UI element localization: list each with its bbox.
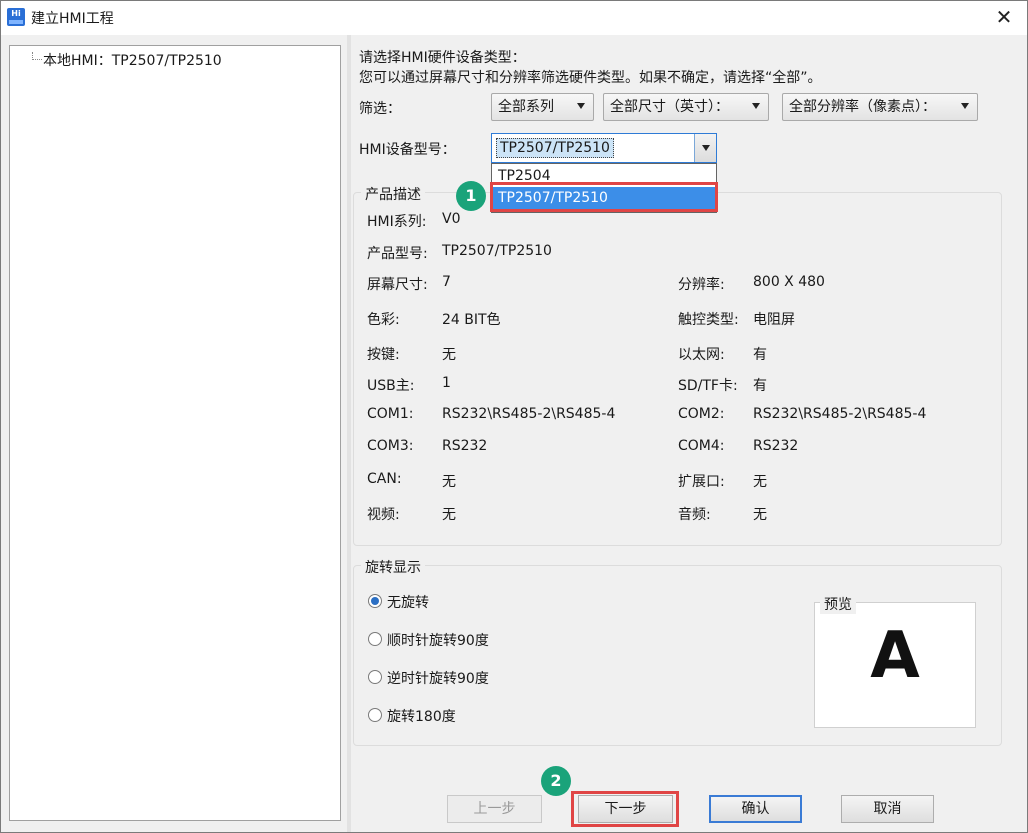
product-value: 有 [753, 347, 767, 363]
series-filter-select[interactable]: 全部系列 [491, 93, 594, 121]
product-key: COM3: [367, 438, 414, 454]
rotation-preview: A [814, 602, 976, 728]
instruction-line-2: 您可以通过屏幕尺寸和分辨率筛选硬件类型。如果不确定，请选择“全部”。 [359, 70, 822, 86]
product-key: USB主: [367, 378, 415, 394]
cancel-button[interactable]: 取消 [841, 795, 934, 823]
product-key: 按键: [367, 347, 400, 363]
tree-connector [32, 52, 42, 60]
product-value: RS232 [442, 438, 488, 454]
radio-no-rotation[interactable] [368, 594, 382, 608]
instruction-line-1: 请选择HMI硬件设备类型： [359, 50, 526, 66]
resolution-filter-select[interactable]: 全部分辨率（像素点）： [782, 93, 978, 121]
close-icon: ✕ [995, 5, 1013, 29]
series-filter-value: 全部系列 [498, 99, 554, 115]
product-key: 音频: [678, 507, 711, 523]
product-value: V0 [442, 211, 461, 227]
product-value: 有 [753, 378, 767, 394]
product-key: 产品型号: [367, 246, 428, 262]
product-value: 7 [442, 274, 451, 290]
close-button[interactable]: ✕ [989, 3, 1019, 31]
product-value: RS232 [753, 438, 799, 454]
model-select[interactable]: TP2507/TP2510 [491, 133, 717, 163]
option-highlight-frame [490, 182, 718, 212]
preview-label: 预览 [820, 594, 856, 614]
product-key: SD/TF卡: [678, 378, 738, 394]
product-key: COM2: [678, 406, 725, 422]
radio-ccw-90[interactable] [368, 670, 382, 684]
app-icon-bar [9, 20, 23, 24]
product-value: RS232\RS485-2\RS485-4 [753, 406, 927, 422]
radio-label-ccw-90[interactable]: 逆时针旋转90度 [387, 668, 489, 688]
title-bar: Hi 建立HMI工程 ✕ [1, 1, 1027, 35]
product-value: RS232\RS485-2\RS485-4 [442, 406, 616, 422]
product-key: 色彩: [367, 312, 400, 328]
splitter[interactable] [347, 35, 351, 832]
product-value: 无 [442, 507, 456, 523]
chevron-down-icon [577, 103, 585, 109]
product-value: 无 [753, 474, 767, 490]
preview-letter: A [870, 619, 920, 693]
product-value: TP2507/TP2510 [442, 243, 552, 259]
dialog-window: Hi 建立HMI工程 ✕ 本地HMI：TP2507/TP2510 请选择HMI硬… [0, 0, 1028, 833]
product-value: 无 [753, 507, 767, 523]
product-key: 屏幕尺寸: [367, 277, 428, 293]
filter-label: 筛选： [359, 101, 401, 117]
product-value: 1 [442, 375, 451, 391]
product-key: 以太网: [678, 347, 725, 363]
product-value: 800 X 480 [753, 274, 825, 290]
chevron-down-icon [702, 145, 710, 151]
model-dropdown-button[interactable] [694, 134, 716, 162]
step-badge-1: 1 [456, 181, 486, 211]
product-key: CAN: [367, 471, 402, 487]
model-label: HMI设备型号： [359, 142, 456, 158]
project-tree[interactable]: 本地HMI：TP2507/TP2510 [9, 45, 341, 821]
radio-label-cw-90[interactable]: 顺时针旋转90度 [387, 630, 489, 650]
app-icon-text: Hi [11, 9, 21, 18]
product-key: 触控类型: [678, 312, 739, 328]
radio-180[interactable] [368, 708, 382, 722]
product-key: 扩展口: [678, 474, 725, 490]
size-filter-select[interactable]: 全部尺寸（英寸）： [603, 93, 769, 121]
radio-label-no-rotation[interactable]: 无旋转 [387, 592, 429, 612]
app-icon: Hi [7, 8, 25, 26]
radio-label-180[interactable]: 旋转180度 [387, 706, 456, 726]
product-key: COM4: [678, 438, 725, 454]
resolution-filter-value: 全部分辨率（像素点）： [789, 99, 936, 115]
confirm-button[interactable]: 确认 [709, 795, 802, 823]
product-value: 24 BIT色 [442, 312, 501, 328]
model-select-value: TP2507/TP2510 [496, 138, 614, 158]
step-badge-2: 2 [541, 766, 571, 796]
window-title: 建立HMI工程 [31, 11, 114, 27]
chevron-down-icon [752, 103, 760, 109]
product-key: 视频: [367, 507, 400, 523]
prev-button[interactable]: 上一步 [447, 795, 542, 823]
size-filter-value: 全部尺寸（英寸）： [610, 99, 729, 115]
product-value: 无 [442, 347, 456, 363]
product-key: COM1: [367, 406, 414, 422]
product-value: 电阻屏 [753, 312, 795, 328]
radio-cw-90[interactable] [368, 632, 382, 646]
product-value: 无 [442, 474, 456, 490]
rotation-title: 旋转显示 [361, 557, 425, 577]
product-key: HMI系列: [367, 214, 427, 230]
product-description-title: 产品描述 [361, 184, 425, 204]
tree-node-local-hmi[interactable]: 本地HMI：TP2507/TP2510 [43, 50, 222, 70]
product-key: 分辨率: [678, 277, 725, 293]
chevron-down-icon [961, 103, 969, 109]
next-button-highlight-frame [571, 791, 679, 827]
